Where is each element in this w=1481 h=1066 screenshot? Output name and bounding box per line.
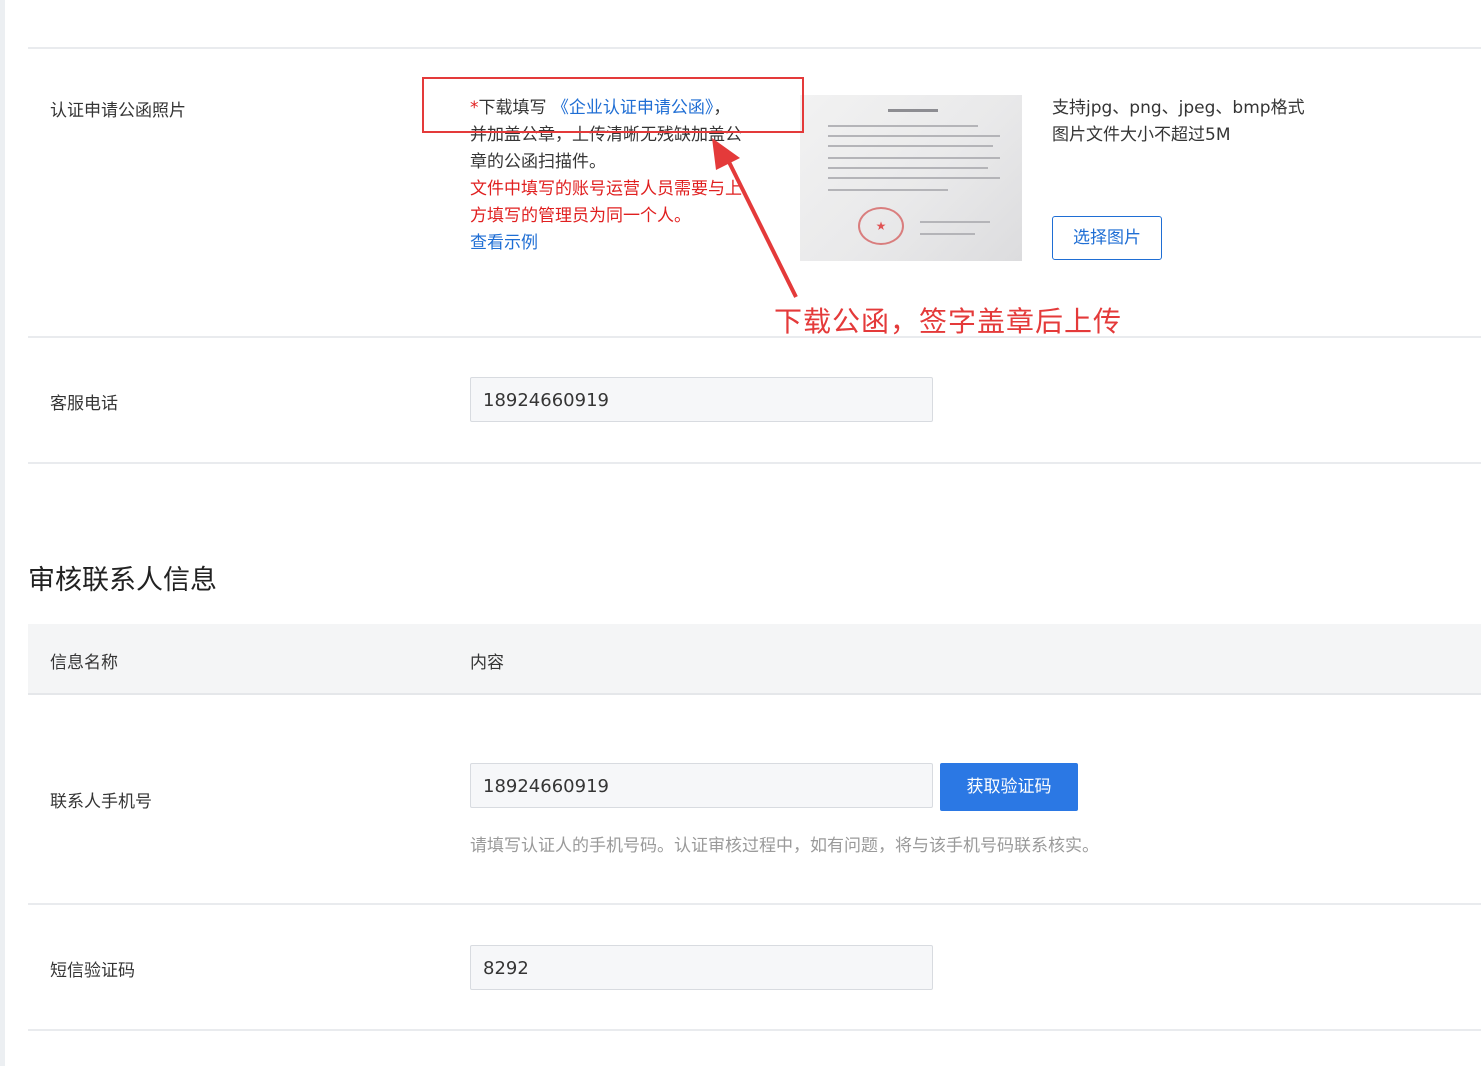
row-divider xyxy=(28,1029,1481,1031)
contact-phone-input[interactable]: 18924660919 xyxy=(470,763,933,808)
sms-code-input[interactable]: 8292 xyxy=(470,945,933,990)
header-content: 内容 xyxy=(470,653,504,673)
get-verification-code-button[interactable]: 获取验证码 xyxy=(940,763,1078,811)
service-phone-input[interactable]: 18924660919 xyxy=(470,377,933,422)
service-phone-label: 客服电话 xyxy=(50,394,118,414)
annotation-text: 下载公函，签字盖章后上传 xyxy=(774,305,1123,338)
annotation-arrow-icon xyxy=(712,138,798,298)
row-divider xyxy=(28,336,1481,338)
section-title: 审核联系人信息 xyxy=(28,565,217,596)
contact-phone-label: 联系人手机号 xyxy=(50,792,152,812)
row-divider xyxy=(28,903,1481,905)
sms-code-label: 短信验证码 xyxy=(50,961,135,981)
row-divider xyxy=(28,462,1481,464)
contact-phone-hint: 请填写认证人的手机号码。认证审核过程中，如有问题，将与该手机号码联系核实。 xyxy=(470,836,1099,856)
header-info-name: 信息名称 xyxy=(50,653,118,673)
table-header: 信息名称 内容 xyxy=(28,624,1481,695)
